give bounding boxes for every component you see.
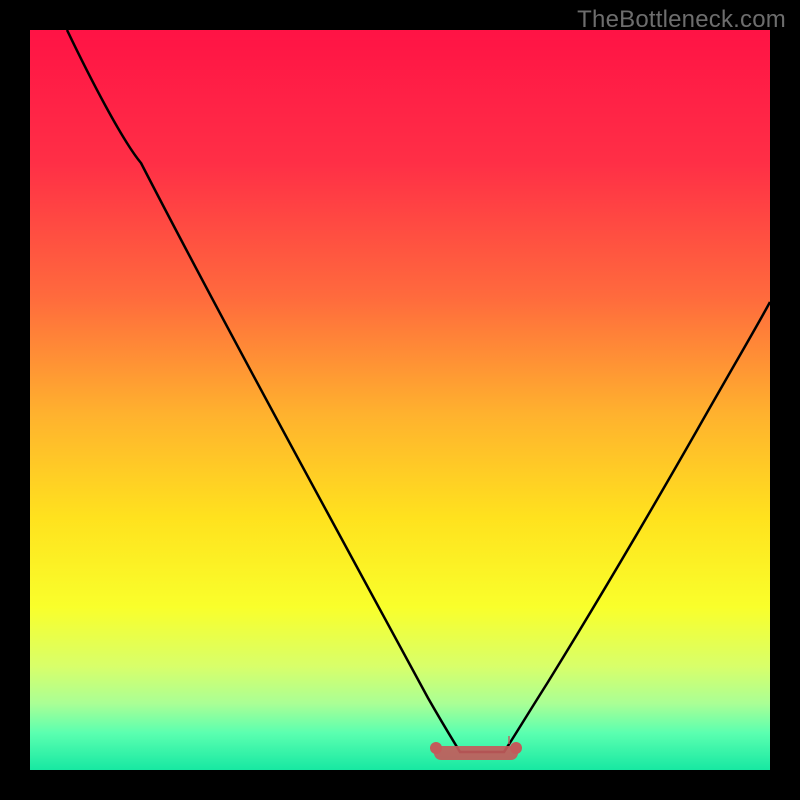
gradient-background [30, 30, 770, 770]
plot-area [30, 30, 770, 770]
chart-svg [30, 30, 770, 770]
chart-frame: TheBottleneck.com [0, 0, 800, 800]
watermark-text: TheBottleneck.com [577, 6, 786, 34]
